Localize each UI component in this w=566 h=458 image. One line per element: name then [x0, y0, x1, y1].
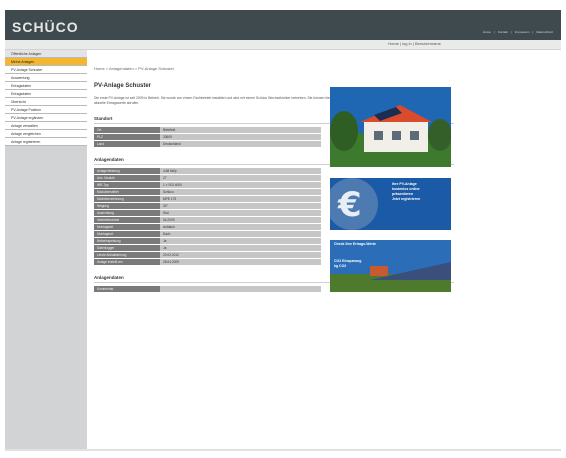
table-value: Ja [160, 237, 321, 245]
table-value: MPE 175 [160, 195, 321, 203]
top-nav-impressum[interactable]: Impressum [515, 30, 530, 34]
svg-text:€: € [337, 185, 362, 225]
sidebar: Öffentliche Anlagen Meine Anlagen PV-Anl… [5, 50, 87, 450]
table-value: Dach [160, 230, 321, 238]
table-value: 20.02.2012 [160, 251, 321, 259]
top-nav-datenschutz[interactable]: Datenschutz [536, 30, 553, 34]
ad2-line-1: Check Ihre Ertrags-Werte [334, 242, 376, 246]
breadcrumb[interactable]: Home > Anlagendaten > PV-Anlage Schuster [94, 66, 454, 71]
table-row: Datenlogger Ja [94, 244, 321, 252]
table-row: Letzte Aktualisierung 20.02.2012 [94, 251, 321, 259]
table-key: Datenlogger [94, 244, 160, 252]
table-row: Modulbezeichnung MPE 175 [94, 195, 321, 203]
table-key: Anz. Module [94, 174, 160, 182]
euro-ad-text: Ihre PV-Anlage kostenlos online präsenti… [392, 182, 420, 202]
table-key: Montageort [94, 230, 160, 238]
table-row: Netzeinspeisung Ja [94, 237, 321, 245]
table-key: Montageart [94, 223, 160, 231]
table-row: WR-Typ 1 × SGI 4000 [94, 181, 321, 189]
sidebar-item-pv-anlage-schuster[interactable]: PV-Anlage Schuster [5, 66, 87, 74]
sub-bar: Home | log in | Benutzername [5, 40, 561, 50]
table-key: Letzte Aktualisierung [94, 251, 160, 259]
standort-table: Ort Bielefeld PLZ 33609 Land Deutschland [94, 127, 321, 148]
top-nav-kontakt[interactable]: Kontakt [498, 30, 508, 34]
sidebar-item-anlage-registrieren[interactable]: Anlage registrieren [5, 138, 87, 146]
table-key: Netzeinspeisung [94, 237, 160, 245]
table-row: Neigung 30° [94, 202, 321, 210]
anlagendaten-table: Anlagenleistung 4,68 kWp Anz. Module 27 WR… [94, 168, 321, 266]
sidebar-item-anlage-verwalten[interactable]: Anlage verwalten [5, 122, 87, 130]
table-key: Neigung [94, 202, 160, 210]
table-key: WR-Typ [94, 181, 160, 189]
solar-ad-text: Check Ihre Ertrags-Werte CO2 Einsparung … [334, 242, 376, 269]
app-window: SCHÜCO Home | Kontakt | Impressum | Datensc… [0, 0, 566, 458]
table-row: PLZ 33609 [94, 133, 321, 141]
table-row: Ausrichtung Süd [94, 209, 321, 217]
table-key: Kommentar [94, 286, 160, 293]
table-value: Süd [160, 209, 321, 217]
sidebar-item-ertragsdaten-2[interactable]: Ertragsdaten [5, 90, 87, 98]
table-key: Land [94, 140, 160, 148]
sidebar-item-pv-anlage-position[interactable]: PV-Anlage Position [5, 106, 87, 114]
sidebar-item-meine-anlagen[interactable]: Meine Anlagen [5, 58, 87, 66]
table-value [160, 286, 321, 293]
ad2-line-3: kg CO2 [334, 264, 347, 268]
table-row: Anz. Module 27 [94, 174, 321, 182]
euro-ad-banner[interactable]: € Ihre PV-Anlage kostenlos online präsen… [330, 178, 451, 230]
table-value: Schüco [160, 188, 321, 196]
table-value: 27 [160, 174, 321, 182]
table-value: 1 × SGI 4000 [160, 181, 321, 189]
table-key: Modulhersteller [94, 188, 160, 196]
table-row: Kommentar [94, 286, 321, 293]
table-row: Montageart Aufdach [94, 223, 321, 231]
intro-text: Die erste PV-Anlage ist seit 2009 in Bet… [94, 96, 332, 105]
table-key: Inbetriebnahme [94, 216, 160, 224]
table-value: Aufdach [160, 223, 321, 231]
user-info[interactable]: Home | log in | Benutzername [388, 41, 441, 46]
brand-logo[interactable]: SCHÜCO [12, 19, 79, 35]
table-row: Land Deutschland [94, 140, 321, 148]
sidebar-item-oeffentliche-anlagen[interactable]: Öffentliche Anlagen [5, 50, 87, 58]
ad1-line-4: Jetzt registrieren [392, 197, 421, 201]
sidebar-item-anlage-vergleichen[interactable]: Anlage vergleichen [5, 130, 87, 138]
bottom-bar [5, 449, 561, 451]
table-value: Ja [160, 244, 321, 252]
table-row: Modulhersteller Schüco [94, 188, 321, 196]
table-key: Anlage erstellt am [94, 258, 160, 266]
top-nav: Home | Kontakt | Impressum | Datenschutz [482, 30, 553, 34]
table-value: 28.04.2009 [160, 258, 321, 266]
kommentar-table: Kommentar [94, 286, 321, 293]
table-value: Deutschland [160, 140, 321, 148]
sidebar-item-uebersicht[interactable]: Übersicht [5, 98, 87, 106]
top-nav-home[interactable]: Home [483, 30, 491, 34]
table-key: Modulbezeichnung [94, 195, 160, 203]
table-row: Inbetriebnahme 04.2009 [94, 216, 321, 224]
table-key: Ausrichtung [94, 209, 160, 217]
table-key: PLZ [94, 133, 160, 141]
table-value: 04.2009 [160, 216, 321, 224]
table-value: 33609 [160, 133, 321, 141]
house-photo-illustration [330, 87, 451, 167]
table-row: Anlage erstellt am 28.04.2009 [94, 258, 321, 266]
euro-ad-illustration: € [330, 178, 451, 230]
sidebar-item-ertragsdaten[interactable]: Ertragsdaten [5, 82, 87, 90]
table-row: Montageort Dach [94, 230, 321, 238]
solar-field-ad-banner[interactable]: Check Ihre Ertrags-Werte CO2 Einsparung … [330, 240, 451, 292]
sidebar-item-pv-anlage-ergaenzen[interactable]: PV-Anlage ergänzen [5, 114, 87, 122]
house-photo [330, 87, 451, 167]
table-value: 30° [160, 202, 321, 210]
sidebar-item-auswertung[interactable]: Auswertung [5, 74, 87, 82]
header-bar: SCHÜCO Home | Kontakt | Impressum | Datensc… [5, 10, 561, 40]
